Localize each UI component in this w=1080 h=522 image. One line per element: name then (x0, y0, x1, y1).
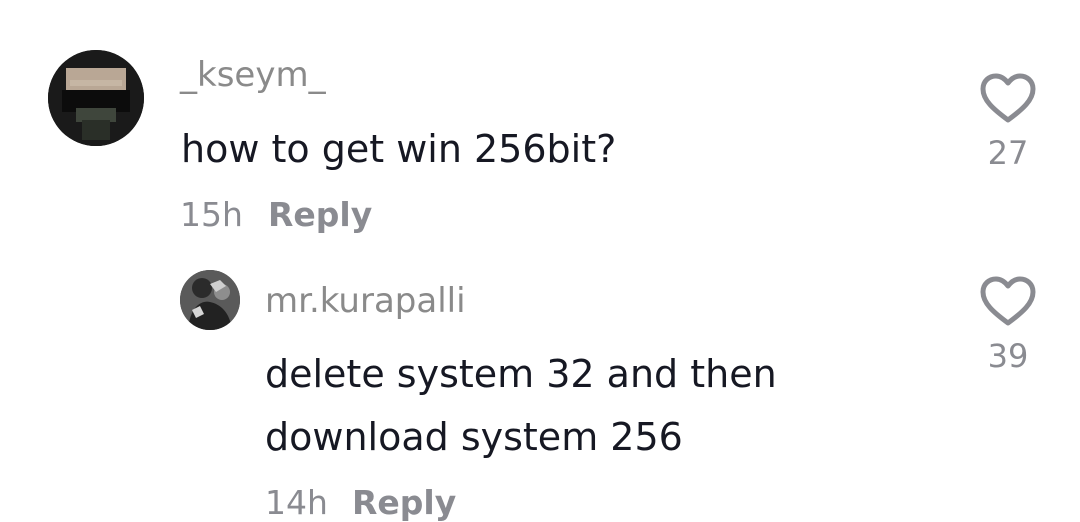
comment-text-line: delete system 32 and then (265, 352, 777, 396)
avatar-image (180, 270, 240, 330)
comment-text-line: download system 256 (265, 415, 683, 459)
comment-timestamp: 14h (265, 483, 328, 522)
like-count: 27 (987, 134, 1029, 172)
comment-username[interactable]: mr.kurapalli (265, 284, 466, 318)
comment-timestamp: 15h (180, 195, 243, 234)
like-button[interactable] (979, 73, 1037, 125)
avatar[interactable] (48, 50, 144, 146)
like-count: 39 (987, 337, 1029, 375)
avatar-image (48, 50, 144, 146)
heart-outline-icon (980, 73, 1036, 123)
reply-button[interactable]: Reply (352, 486, 456, 519)
like-button[interactable] (979, 276, 1037, 328)
reply-button[interactable]: Reply (268, 198, 372, 231)
heart-outline-icon (980, 276, 1036, 326)
comment-username[interactable]: _kseym_ (180, 58, 326, 92)
avatar[interactable] (180, 270, 240, 330)
reply-comment-item: mr.kurapalli delete system 32 and then d… (0, 240, 1080, 522)
comment-text: how to get win 256bit? (181, 127, 617, 171)
comment-item: _kseym_ how to get win 256bit? 15h Reply… (0, 0, 1080, 240)
